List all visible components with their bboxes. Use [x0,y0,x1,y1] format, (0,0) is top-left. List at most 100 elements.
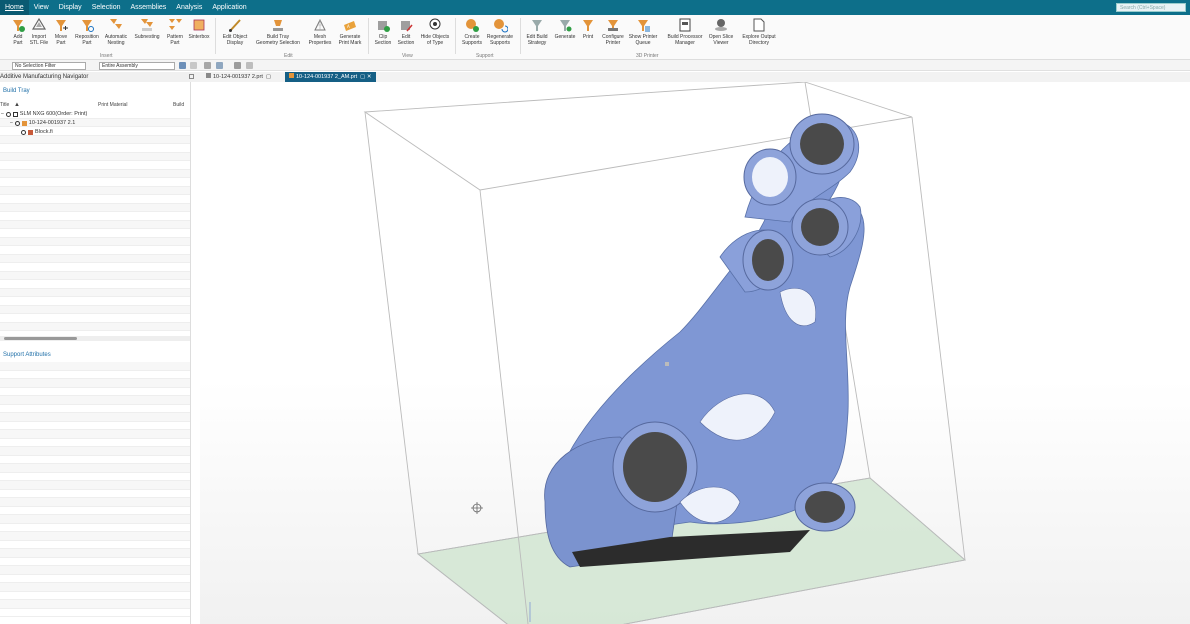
close-icon[interactable]: ▢ [266,74,271,80]
mesh-properties-button[interactable]: Mesh Properties [305,17,335,57]
tree-row [0,144,190,153]
collapse-icon[interactable]: – [1,111,4,117]
printer-queue-icon [638,20,650,32]
explore-output-directory-button[interactable]: Explore Output Directory [739,17,779,57]
snap-icon[interactable] [179,62,186,69]
tree-row [0,305,190,314]
hide-objects-icon [429,18,441,30]
collapse-icon[interactable]: – [10,120,13,126]
configure-printer-button[interactable]: Configure Printer [598,17,628,57]
tree-grid [0,110,190,331]
visibility-icon[interactable] [21,129,26,135]
ribbon-separator [455,18,456,54]
menu-assemblies[interactable]: Assemblies [125,0,171,15]
select-icon[interactable] [204,62,211,69]
show-printer-queue-button[interactable]: Show Printer Queue [628,17,658,57]
printer-icon [12,111,18,117]
tree-item-assembly[interactable]: – 10-124-001937 2.1 [10,120,75,126]
menu-home[interactable]: Home [0,0,29,15]
tree-row [0,203,190,212]
tree-item-printer[interactable]: – SLM NXG 600(Order: Print) [1,111,87,117]
tab-part[interactable]: 10-124-001937 2.prt ▢ [202,72,276,82]
tree-row [0,135,190,144]
create-supports-label: Create Supports [461,34,482,46]
open-slice-viewer-label: Open Slice Viewer [708,34,734,46]
assembly-scope-dropdown[interactable]: Entire Assembly [99,62,175,70]
navigator-scrollbar[interactable] [0,336,190,341]
explore-output-icon [753,18,765,32]
sinterbox-button[interactable]: Sinterbox [184,17,214,57]
build-tray-geometry-button[interactable]: Build Tray Geometry Selection [254,17,302,57]
tree-row [0,314,190,323]
edit-section-button[interactable]: Edit Section [391,17,421,57]
tree-item-block[interactable]: Block.fi [21,129,53,135]
create-supports-icon [466,19,479,32]
scroll-thumb[interactable] [4,337,77,340]
move-icon[interactable] [216,62,223,69]
edit-object-display-icon [229,19,241,32]
attribute-row [0,379,190,388]
sort-ascending-icon[interactable]: ▲ [14,102,20,108]
view-icon[interactable] [246,62,253,69]
automatic-nesting-button[interactable]: Automatic Nesting [101,17,131,57]
generate-print-mark-button[interactable]: A Generate Print Mark [335,17,365,57]
visibility-icon[interactable] [14,120,20,126]
support-attributes-title: Support Attributes [3,352,51,358]
group-insert-label: Insert [100,53,113,59]
svg-text:A: A [347,24,350,29]
build-tray-panel: Build Tray Title ▲ Print Material Build … [0,82,190,347]
tab-am-part[interactable]: 10-124-001937 2_AM.prt ▢ ✕ [285,72,376,82]
menu-selection[interactable]: Selection [87,0,126,15]
tree-row [0,186,190,195]
regenerate-supports-button[interactable]: Regenerate Supports [485,17,515,57]
filter-icon[interactable] [190,62,197,69]
build-processor-manager-button[interactable]: Build Processor Manager [665,17,705,57]
attribute-row [0,600,190,609]
graphics-viewport[interactable] [200,82,1190,624]
print-mark-icon: A [344,21,356,31]
attribute-row [0,362,190,371]
tree-row [0,288,190,297]
tree-row [0,254,190,263]
explore-output-directory-label: Explore Output Directory [742,34,776,46]
tree-row [0,229,190,238]
column-build[interactable]: Build [173,102,184,108]
panel-splitter[interactable] [190,82,191,624]
column-print-material[interactable]: Print Material [98,102,127,108]
tab-label: 10-124-001937 2_AM.prt [296,74,358,80]
center-marker [665,362,669,366]
tree-row [0,263,190,272]
generate-print-mark-label: Generate Print Mark [338,34,362,46]
automatic-nesting-icon [110,19,122,29]
attribute-row [0,498,190,507]
cube-icon[interactable] [234,62,241,69]
subnesting-button[interactable]: Subnesting [132,17,162,57]
visibility-icon[interactable] [5,111,11,117]
part-icon [21,120,27,126]
open-slice-viewer-button[interactable]: Open Slice Viewer [706,17,736,57]
build-tray-icon [273,20,283,31]
selection-filter-dropdown[interactable]: No Selection Filter [12,62,86,70]
edit-build-strategy-button[interactable]: Edit Build Strategy [522,17,552,57]
attribute-row [0,549,190,558]
close-icon[interactable]: ▢ ✕ [360,74,371,80]
build-processor-manager-label: Build Processor Manager [667,34,703,46]
model-scene [363,82,967,624]
crosshair-icon [471,502,483,514]
tree-row [0,212,190,221]
create-supports-button[interactable]: Create Supports [457,17,487,57]
reposition-part-button[interactable]: Reposition Part [72,17,102,57]
tree-item-label: Block.fi [35,129,53,135]
column-title[interactable]: Title [0,102,9,108]
menu-application[interactable]: Application [207,0,251,15]
menu-analysis[interactable]: Analysis [171,0,207,15]
tree-row [0,280,190,289]
pin-icon[interactable] [189,74,194,79]
menu-display[interactable]: Display [54,0,87,15]
tree-item-label: 10-124-001937 2.1 [28,120,76,126]
group-edit-label: Edit [284,53,293,59]
menu-view[interactable]: View [29,0,54,15]
edit-object-display-button[interactable]: Edit Object Display [220,17,250,57]
search-input[interactable]: Search (Ctrl+Space) [1116,3,1186,12]
hide-objects-button[interactable]: Hide Objects of Type [420,17,450,57]
